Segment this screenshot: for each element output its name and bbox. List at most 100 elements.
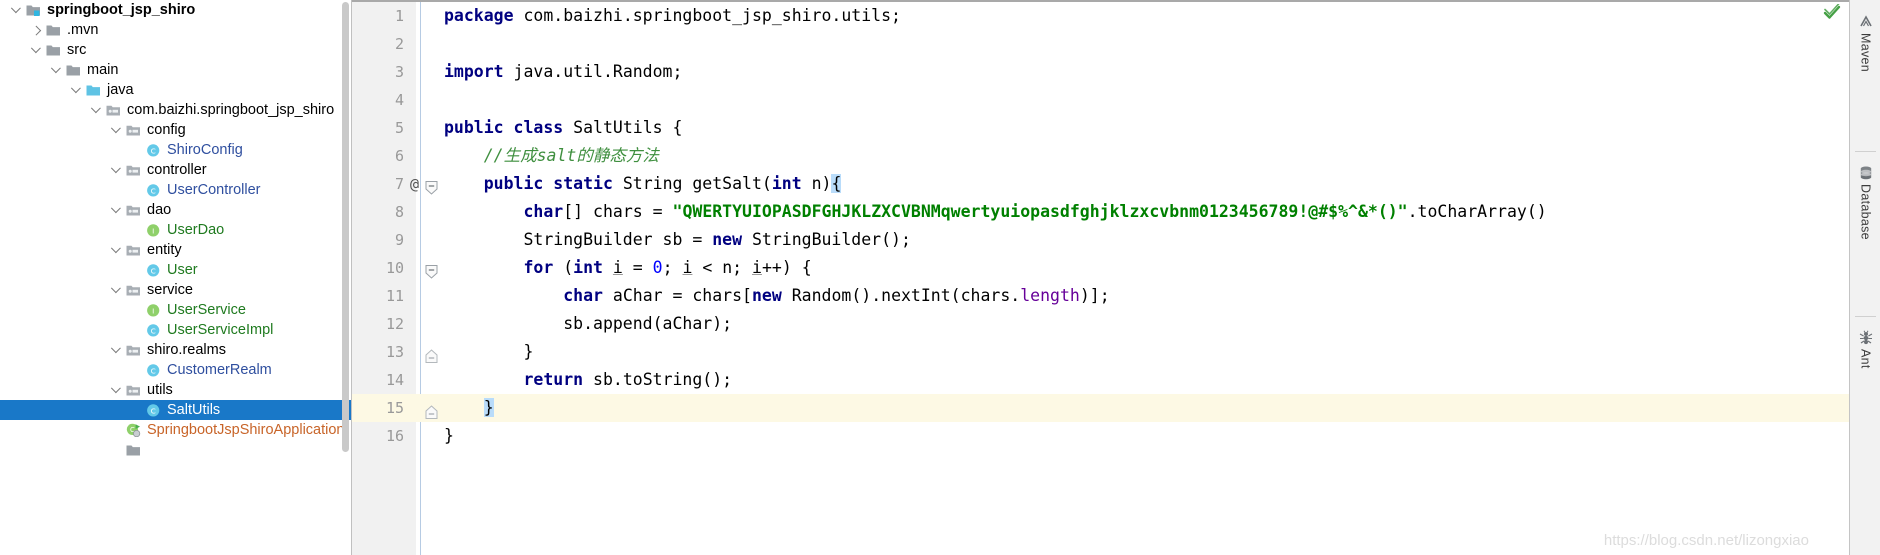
package-icon <box>125 280 143 300</box>
code-line-11[interactable]: 11 char aChar = chars[new Random().nextI… <box>352 282 1849 310</box>
chevron-down-icon[interactable] <box>30 40 45 60</box>
code-line-16[interactable]: 16} <box>352 422 1849 450</box>
code-line-text: package com.baizhi.springboot_jsp_shiro.… <box>444 6 901 25</box>
code-line-text: //生成salt的静态方法 <box>483 146 659 165</box>
code-line-1[interactable]: 1 package com.baizhi.springboot_jsp_shiro… <box>352 2 1849 30</box>
tree-item-userserviceimpl[interactable]: C UserServiceImpl <box>0 320 352 340</box>
chevron-down-icon[interactable] <box>10 0 25 20</box>
fold-end-marker-icon[interactable] <box>425 345 438 363</box>
java-class-icon: C <box>145 320 163 340</box>
tree-item-controller[interactable]: controller <box>0 160 352 180</box>
chevron-down-icon[interactable] <box>110 240 125 260</box>
code-line-2[interactable]: 2 <box>352 30 1849 58</box>
chevron-down-icon[interactable] <box>50 60 65 80</box>
java-class-icon: C <box>145 260 163 280</box>
tree-item-shiro-realms[interactable]: shiro.realms <box>0 340 352 360</box>
tree-item-config[interactable]: config <box>0 120 352 140</box>
tree-item-blank-22[interactable] <box>0 440 352 460</box>
tool-tab-ant[interactable]: Ant <box>1850 330 1880 369</box>
java-interface-icon: I <box>145 300 163 320</box>
line-number: 12 <box>385 315 404 333</box>
tree-item-userdao[interactable]: I UserDao <box>0 220 352 240</box>
chevron-down-icon[interactable] <box>110 380 125 400</box>
code-line-14[interactable]: 14 return sb.toString(); <box>352 366 1849 394</box>
tool-tab-maven[interactable]: Maven <box>1850 14 1880 72</box>
database-icon <box>1858 165 1874 181</box>
tree-item-usercontroller[interactable]: C UserController <box>0 180 352 200</box>
folder-icon <box>125 440 143 460</box>
tree-item-dao[interactable]: dao <box>0 200 352 220</box>
chevron-down-icon[interactable] <box>110 120 125 140</box>
line-number: 2 <box>394 35 404 53</box>
fold-collapse-icon[interactable] <box>425 177 438 195</box>
tree-item-label: UserService <box>167 302 246 318</box>
fold-collapse-icon[interactable] <box>425 261 438 279</box>
chevron-right-icon[interactable] <box>30 20 45 40</box>
tree-item-customerrealm[interactable]: C CustomerRealm <box>0 360 352 380</box>
right-tool-window-bar[interactable]: Maven Database Ant <box>1849 0 1880 555</box>
code-line-9[interactable]: 9 StringBuilder sb = new StringBuilder()… <box>352 226 1849 254</box>
tree-item-utils[interactable]: utils <box>0 380 352 400</box>
tree-item--mvn[interactable]: .mvn <box>0 20 352 40</box>
project-tool-window[interactable]: springboot_jsp_shiro .mvn src main java com.b… <box>0 0 352 555</box>
code-line-4[interactable]: 4 <box>352 86 1849 114</box>
tree-arrow-none <box>130 140 145 160</box>
tree-item-userservice[interactable]: I UserService <box>0 300 352 320</box>
chevron-down-icon[interactable] <box>70 80 85 100</box>
tree-item-main[interactable]: main <box>0 60 352 80</box>
chevron-down-icon[interactable] <box>110 200 125 220</box>
chevron-down-icon[interactable] <box>110 340 125 360</box>
tree-item-shiroconfig[interactable]: C ShiroConfig <box>0 140 352 160</box>
java-class-icon: C <box>145 180 163 200</box>
chevron-down-icon[interactable] <box>90 100 105 120</box>
chevron-down-icon[interactable] <box>110 280 125 300</box>
tree-item-springboot-jsp-shiro[interactable]: springboot_jsp_shiro <box>0 0 352 20</box>
code-line-list[interactable]: 1 package com.baizhi.springboot_jsp_shiro… <box>352 2 1849 555</box>
tree-item-saltutils[interactable]: C SaltUtils <box>0 400 352 420</box>
code-editor[interactable]: 1 package com.baizhi.springboot_jsp_shiro… <box>352 0 1849 555</box>
tree-arrow-none <box>130 260 145 280</box>
idea-window: springboot_jsp_shiro .mvn src main java com.b… <box>0 0 1880 555</box>
tree-item-label: service <box>147 282 193 298</box>
tree-item-src[interactable]: src <box>0 40 352 60</box>
code-line-7[interactable]: 7 @ public static String getSalt(int n){ <box>352 170 1849 198</box>
fold-end-marker-icon[interactable] <box>425 401 438 419</box>
tree-item-entity[interactable]: entity <box>0 240 352 260</box>
tree-arrow-none <box>130 220 145 240</box>
project-tree-list[interactable]: springboot_jsp_shiro .mvn src main java com.b… <box>0 0 352 460</box>
tree-item-springbootjspshiroapplication[interactable]: C SpringbootJspShiroApplication <box>0 420 352 440</box>
tree-item-java[interactable]: java <box>0 80 352 100</box>
svg-text:C: C <box>151 326 156 335</box>
svg-text:I: I <box>152 226 154 235</box>
code-line-5[interactable]: 5 public class SaltUtils { <box>352 114 1849 142</box>
tree-item-label: User <box>167 262 198 278</box>
tree-item-label: java <box>107 82 134 98</box>
chevron-down-icon[interactable] <box>110 160 125 180</box>
tree-arrow-none <box>130 400 145 420</box>
code-line-6[interactable]: 6 //生成salt的静态方法 <box>352 142 1849 170</box>
annotation-gutter-icon[interactable]: @ <box>410 170 419 198</box>
tool-tab-label: Maven <box>1858 33 1873 73</box>
project-tree-scrollbar[interactable] <box>342 2 349 452</box>
code-line-10[interactable]: 10 for (int i = 0; i < n; i++) { <box>352 254 1849 282</box>
code-line-12[interactable]: 12 sb.append(aChar); <box>352 310 1849 338</box>
code-line-8[interactable]: 8 char[] chars = "QWERTYUIOPASDFGHJKLZXC… <box>352 198 1849 226</box>
tree-item-com-baizhi-springboot-jsp-shiro[interactable]: com.baizhi.springboot_jsp_shiro <box>0 100 352 120</box>
tree-item-label: utils <box>147 382 173 398</box>
tool-tab-database[interactable]: Database <box>1850 165 1880 240</box>
inspection-ok-checkmark-icon[interactable] <box>1823 2 1841 22</box>
code-line-15[interactable]: 15 } <box>352 394 1849 422</box>
code-line-13[interactable]: 13 } <box>352 338 1849 366</box>
tree-item-service[interactable]: service <box>0 280 352 300</box>
code-line-3[interactable]: 3 import java.util.Random; <box>352 58 1849 86</box>
tree-item-user[interactable]: C User <box>0 260 352 280</box>
